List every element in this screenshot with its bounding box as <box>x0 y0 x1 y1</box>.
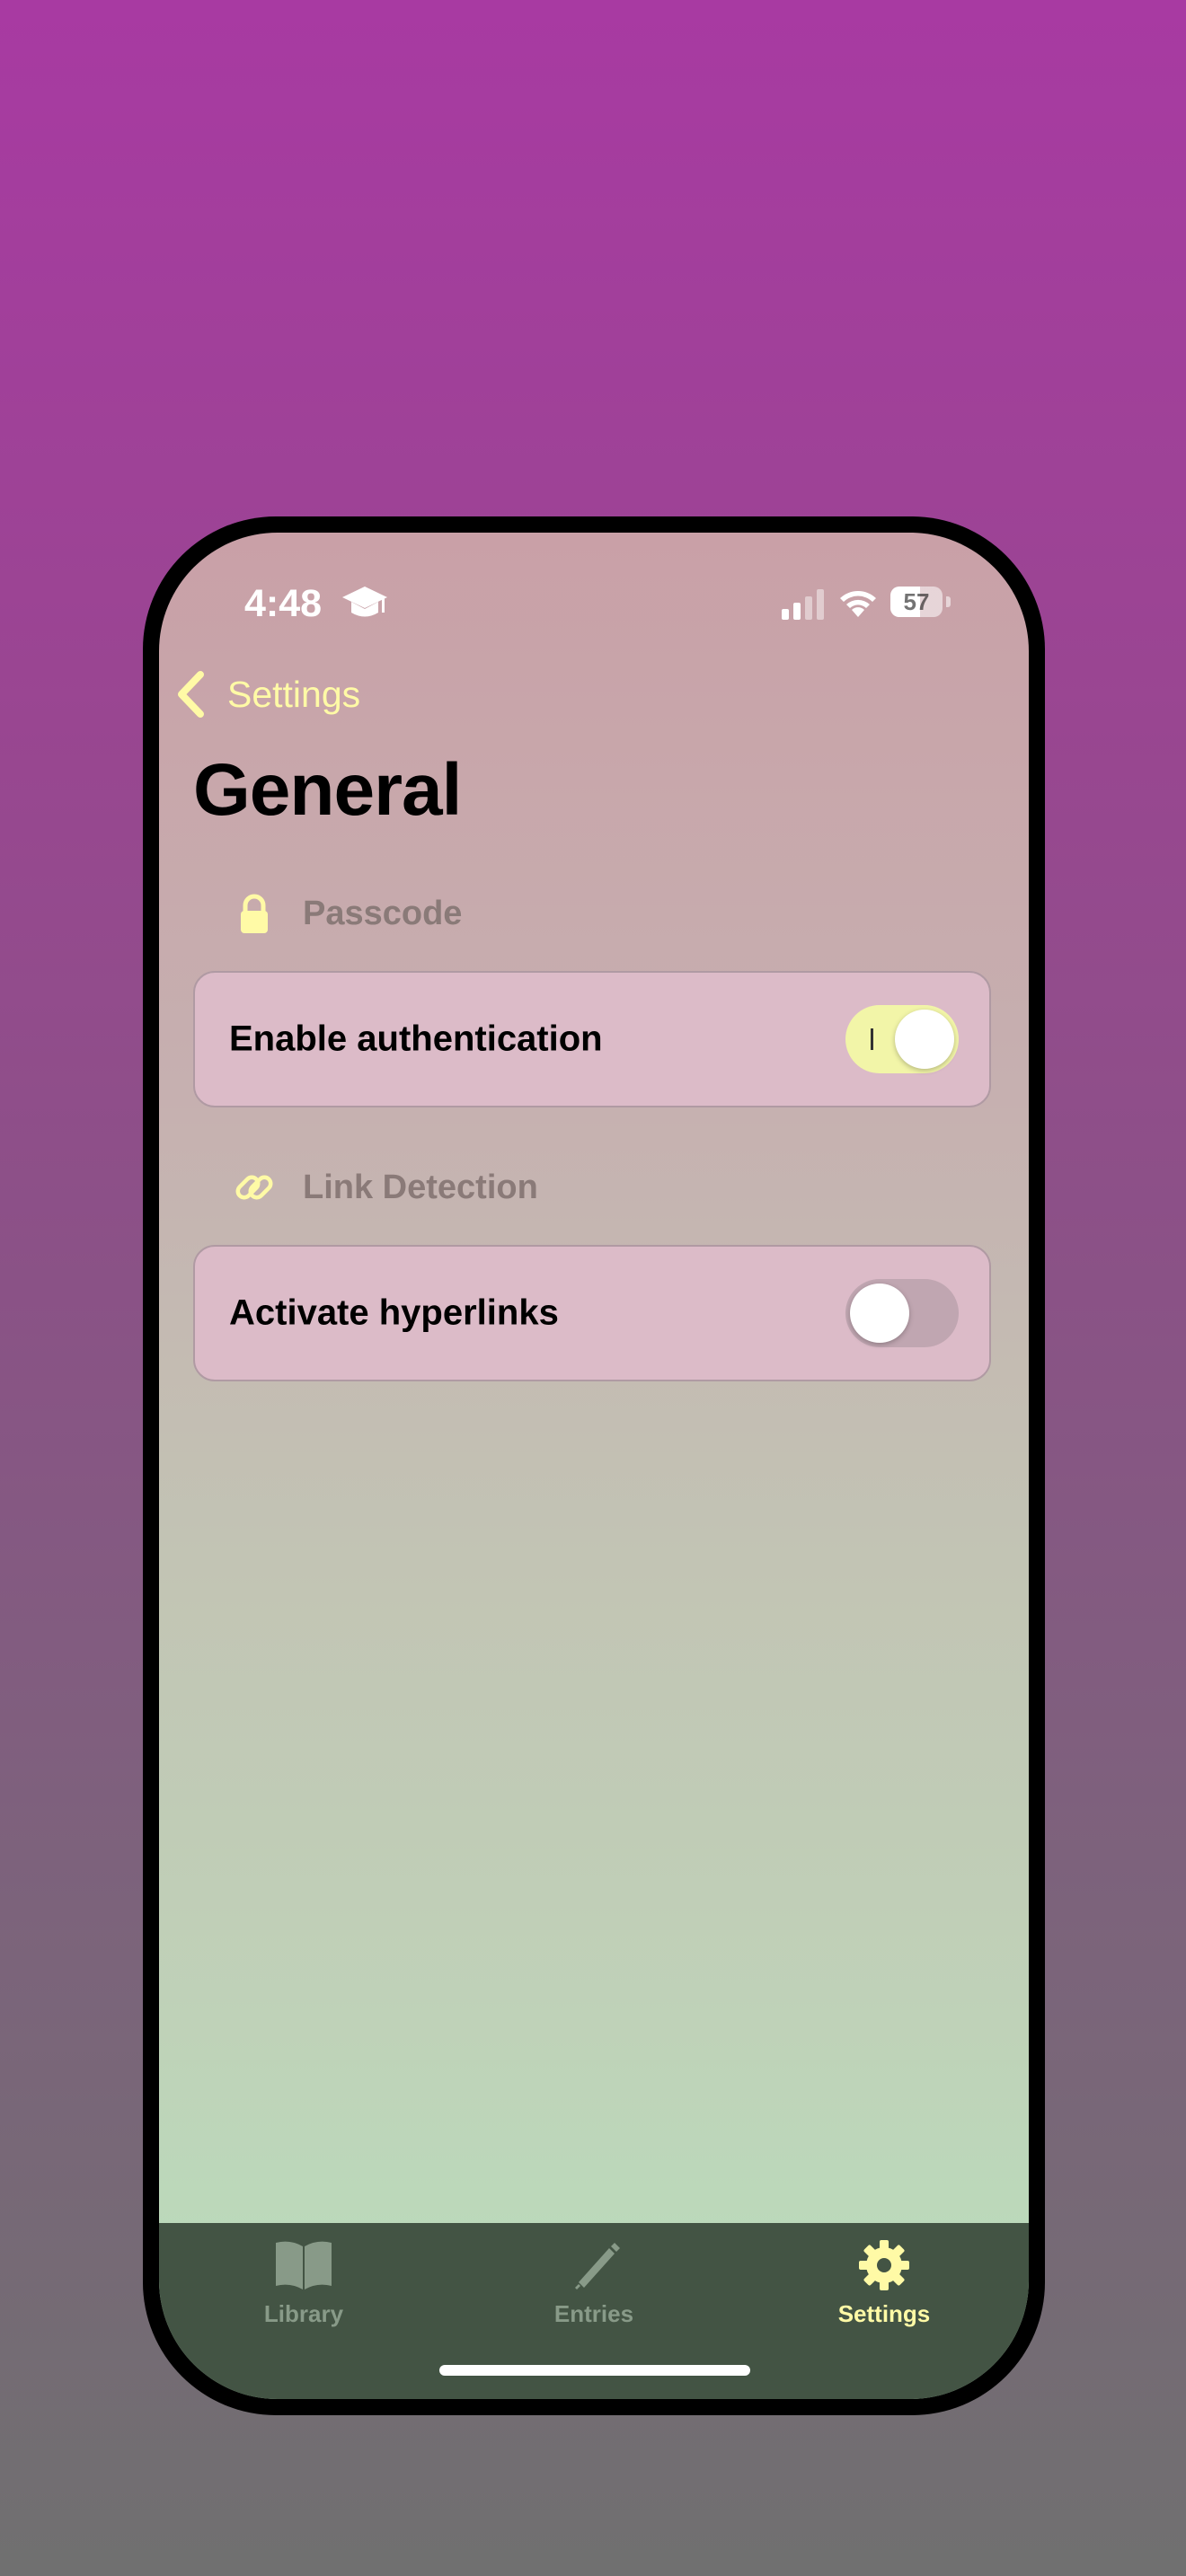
back-button[interactable]: Settings <box>175 667 360 721</box>
battery-indicator: 57 <box>890 587 943 617</box>
section-header-link-detection: Link Detection <box>233 1166 538 1209</box>
gear-icon <box>859 2240 909 2290</box>
status-time: 4:48 <box>244 582 323 625</box>
tab-entries[interactable]: Entries <box>504 2239 684 2328</box>
section-header-label: Passcode <box>303 894 463 932</box>
tab-settings[interactable]: Settings <box>794 2239 974 2328</box>
chevron-left-icon <box>178 671 204 718</box>
tab-label: Entries <box>553 2300 634 2327</box>
enable-authentication-label: Enable authentication <box>229 1019 603 1059</box>
book-icon <box>276 2241 332 2289</box>
card-link-detection: Activate hyperlinks <box>193 1245 991 1381</box>
section-header-label: Link Detection <box>303 1168 538 1206</box>
tab-bar: Library Entries Settings <box>159 2223 1029 2399</box>
enable-authentication-toggle[interactable] <box>845 1005 959 1073</box>
activate-hyperlinks-toggle[interactable] <box>845 1279 959 1347</box>
graduation-cap-icon <box>342 587 387 617</box>
phone-frame: 4:48 57 Settings General Passcode Enable… <box>143 516 1045 2415</box>
card-passcode: Enable authentication <box>193 971 991 1107</box>
page-title: General <box>193 749 462 831</box>
tab-label: Library <box>263 2300 344 2327</box>
tab-label: Settings <box>837 2300 931 2327</box>
link-icon <box>235 1175 273 1200</box>
tab-library[interactable]: Library <box>214 2239 394 2328</box>
home-indicator[interactable] <box>439 2365 750 2376</box>
app-screen: 4:48 57 Settings General Passcode Enable… <box>159 533 1029 2399</box>
toggle-on-mark <box>871 1028 873 1050</box>
cellular-signal-icon <box>782 589 824 620</box>
toggle-knob <box>850 1284 909 1343</box>
battery-percent: 57 <box>903 588 930 615</box>
pencil-icon <box>575 2243 620 2289</box>
toggle-knob <box>895 1010 954 1069</box>
wifi-icon <box>840 591 876 617</box>
section-header-passcode: Passcode <box>233 892 462 935</box>
activate-hyperlinks-label: Activate hyperlinks <box>229 1292 559 1333</box>
battery-tip <box>946 596 951 607</box>
lock-icon <box>241 894 268 933</box>
back-label: Settings <box>227 673 361 715</box>
